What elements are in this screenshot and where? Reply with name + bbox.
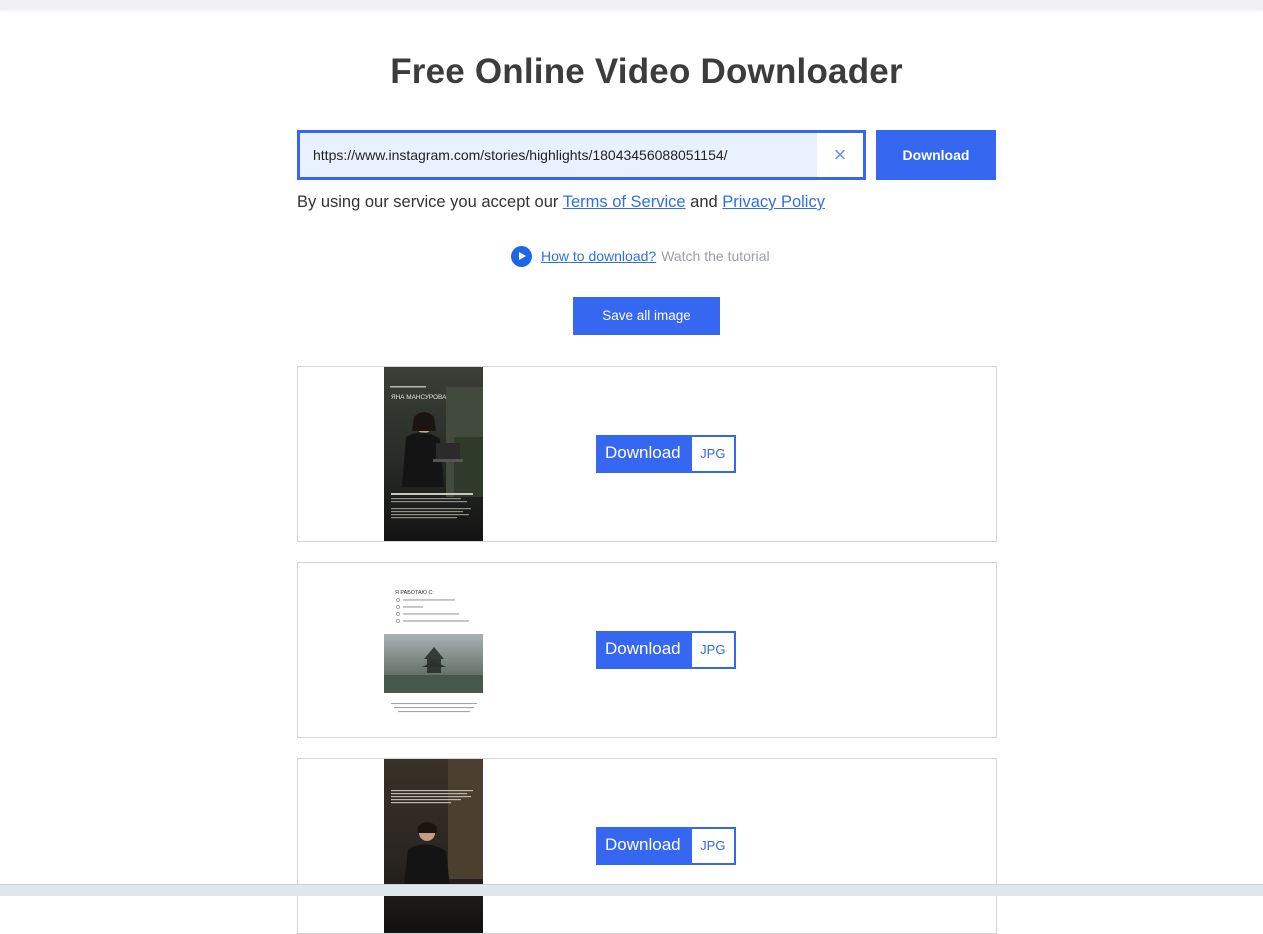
download-button[interactable]: Download — [876, 130, 996, 180]
search-box: × — [297, 130, 866, 180]
top-bar — [0, 0, 1263, 10]
file-type-badge[interactable]: JPG — [689, 827, 736, 865]
how-to-download-link[interactable]: How to download? — [541, 248, 656, 264]
page-title: Free Online Video Downloader — [390, 52, 903, 91]
thumbnail-name: ЯНА МАНСУРОВА — [391, 394, 447, 401]
download-jpg-button[interactable]: Download JPG — [596, 631, 736, 669]
taskbar-edge — [0, 884, 1263, 896]
file-type-badge[interactable]: JPG — [689, 631, 736, 669]
terms-of-service-link[interactable]: Terms of Service — [563, 193, 686, 211]
terms-notice: By using our service you accept our Term… — [297, 193, 825, 212]
story-thumbnail[interactable]: Я РАБОТАЮ С: — [384, 563, 483, 737]
file-type-badge[interactable]: JPG — [689, 435, 736, 473]
download-label[interactable]: Download — [596, 827, 690, 865]
download-label[interactable]: Download — [596, 631, 690, 669]
download-jpg-button[interactable]: Download JPG — [596, 827, 736, 865]
terms-prefix: By using our service you accept our — [297, 193, 559, 211]
result-card: ЯНА МАНСУРОВА Download JPG — [297, 366, 997, 542]
clear-icon[interactable]: × — [817, 133, 863, 177]
page: Free Online Video Downloader × Download … — [0, 0, 1263, 934]
play-icon[interactable] — [511, 245, 532, 267]
terms-and: and — [690, 193, 718, 211]
download-jpg-button[interactable]: Download JPG — [596, 435, 736, 473]
result-card: Я РАБОТАЮ С: Download JPG — [297, 562, 997, 738]
result-card: Download JPG — [297, 758, 997, 934]
save-all-image-button[interactable]: Save all image — [573, 297, 720, 335]
privacy-policy-link[interactable]: Privacy Policy — [722, 193, 825, 211]
download-label[interactable]: Download — [596, 435, 690, 473]
story-thumbnail[interactable]: ЯНА МАНСУРОВА — [384, 367, 483, 541]
watch-tutorial-text: Watch the tutorial — [661, 248, 770, 264]
story-thumbnail[interactable] — [384, 759, 483, 933]
how-to-download: How to download? Watch the tutorial — [511, 245, 770, 267]
url-input[interactable] — [300, 133, 817, 177]
thumbnail-heading: Я РАБОТАЮ С: — [395, 590, 434, 596]
